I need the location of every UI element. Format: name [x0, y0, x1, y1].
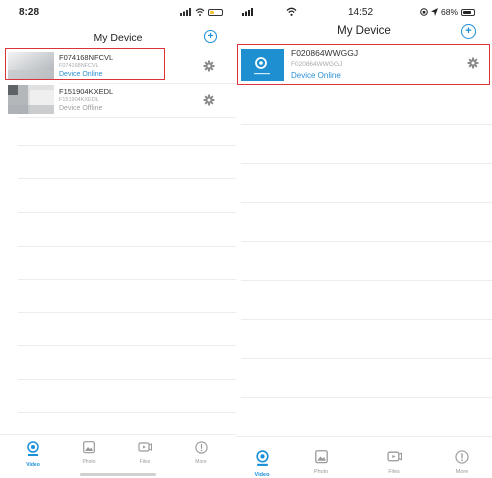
tab-label: Photo — [313, 469, 329, 475]
highlight-box — [5, 48, 165, 80]
wifi-icon — [195, 8, 205, 16]
tab-files[interactable]: Files — [378, 450, 410, 475]
row-divider — [18, 117, 236, 118]
camera-pin-icon — [27, 441, 39, 456]
tab-photo[interactable]: Photo — [305, 450, 337, 475]
status-bar: 14:52 68% — [236, 0, 492, 22]
status-icons: 68% — [420, 7, 476, 17]
tab-label: More — [455, 469, 469, 475]
tab-bar: Video Photo Files More — [0, 438, 236, 468]
wifi-icon — [286, 7, 297, 16]
tab-label: Video — [26, 462, 40, 468]
home-indicator — [80, 473, 156, 476]
cellular-signal-icon — [242, 8, 253, 16]
row-divider — [18, 279, 236, 280]
page-title: My Device — [337, 25, 391, 37]
row-divider — [241, 163, 492, 164]
tab-label: Photo — [82, 459, 96, 465]
tab-video[interactable]: Video — [18, 441, 48, 468]
location-arrow-icon — [431, 8, 438, 16]
row-divider — [241, 358, 492, 359]
nav-bar: My Device + — [236, 22, 492, 46]
tab-photo[interactable]: Photo — [74, 441, 104, 465]
tab-label: Files — [139, 459, 151, 465]
photo-icon — [83, 441, 95, 454]
cellular-signal-icon — [180, 8, 191, 16]
row-divider — [18, 312, 236, 313]
row-divider — [18, 412, 236, 413]
status-time: 8:28 — [19, 7, 40, 18]
tab-more[interactable]: More — [446, 450, 478, 475]
tab-label: Files — [388, 469, 400, 475]
row-divider — [241, 241, 492, 242]
row-divider — [241, 319, 492, 320]
plus-icon: + — [207, 30, 214, 42]
row-divider — [241, 202, 492, 203]
video-file-icon — [138, 442, 152, 452]
row-divider — [18, 145, 236, 146]
tab-more[interactable]: More — [186, 441, 216, 465]
tab-label: Video — [254, 472, 270, 478]
tabbar-divider — [236, 436, 492, 437]
nav-bar: My Device + — [0, 28, 236, 50]
row-divider — [18, 345, 236, 346]
page-title: My Device — [93, 32, 143, 44]
gear-icon[interactable] — [203, 94, 215, 106]
left-phone-screen: 8:28 My Device + F074168NFCVL F074168NFC… — [0, 0, 236, 478]
plus-icon: + — [465, 25, 472, 37]
status-time: 14:52 — [348, 7, 374, 18]
photo-icon — [314, 450, 328, 464]
device-name: F151904KXEDL — [59, 87, 114, 96]
device-thumbnail — [8, 85, 54, 114]
gear-icon[interactable] — [203, 60, 215, 72]
tab-video[interactable]: Video — [246, 450, 278, 478]
video-file-icon — [386, 451, 402, 462]
row-divider — [18, 379, 236, 380]
highlight-box — [237, 44, 490, 85]
row-divider — [18, 178, 236, 179]
row-divider — [241, 124, 492, 125]
tab-label: More — [195, 459, 207, 465]
row-divider — [241, 280, 492, 281]
row-divider — [18, 246, 236, 247]
add-device-button[interactable]: + — [204, 30, 217, 43]
device-id: F151904KXEDL — [59, 97, 99, 103]
battery-icon — [208, 8, 223, 16]
tab-files[interactable]: Files — [130, 441, 160, 465]
tab-bar: Video Photo Files More — [236, 440, 492, 478]
device-row[interactable]: F151904KXEDL F151904KXEDL Device Offline — [0, 84, 236, 116]
battery-percent: 68% — [441, 7, 459, 17]
device-status: Device Offline — [59, 105, 103, 112]
lock-rotation-icon — [420, 8, 428, 16]
info-circle-icon — [194, 441, 208, 454]
row-divider — [18, 212, 236, 213]
status-bar: 8:28 — [0, 0, 236, 22]
status-icons — [180, 8, 223, 16]
battery-icon — [461, 8, 476, 16]
tabbar-divider — [0, 434, 236, 435]
camera-pin-icon — [255, 450, 269, 466]
right-phone-screen: 14:52 68% My Device + F020864WWGGJ F0208… — [236, 0, 492, 478]
info-circle-icon — [455, 450, 469, 464]
add-device-button[interactable]: + — [461, 24, 476, 39]
row-divider — [241, 397, 492, 398]
